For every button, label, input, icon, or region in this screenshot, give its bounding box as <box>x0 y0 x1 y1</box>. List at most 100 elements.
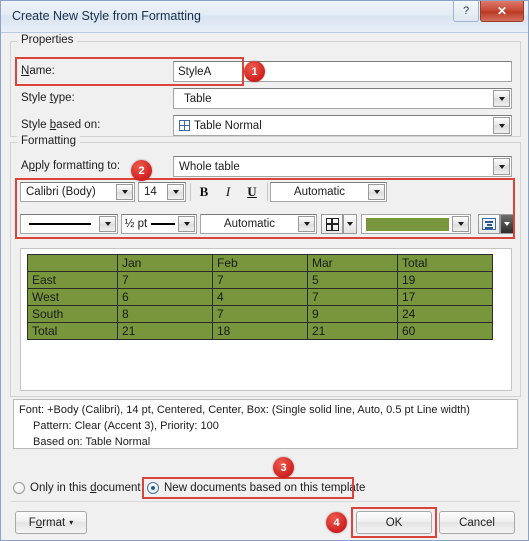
border-style-combo[interactable] <box>20 214 118 234</box>
style-preview-pane: Jan Feb Mar Total East 7 7 5 19 West 6 4 7 17 South 8 7 9… <box>20 248 512 391</box>
create-new-style-dialog: Create New Style from Formatting ? ✕ Pro… <box>0 0 529 541</box>
borders-dropdown-arrow[interactable] <box>343 214 357 234</box>
table-cell: 7 <box>212 305 308 323</box>
description-line-1: Font: +Body (Calibri), 14 pt, Centered, … <box>19 404 470 416</box>
align-center-icon <box>482 218 496 230</box>
table-cell: Mar <box>307 254 398 272</box>
table-cell: 7 <box>117 271 213 289</box>
footer-divider <box>11 501 520 502</box>
border-color-dropdown-arrow[interactable] <box>298 216 315 232</box>
preview-table: Jan Feb Mar Total East 7 7 5 19 West 6 4 7 17 South 8 7 9… <box>27 254 493 340</box>
font-color-value: Automatic <box>293 186 346 198</box>
alignment-button[interactable] <box>478 214 500 234</box>
style-based-on-dropdown-arrow[interactable] <box>493 117 510 134</box>
annotation-badge-4: 4 <box>326 512 347 533</box>
font-size-dropdown-arrow[interactable] <box>167 184 184 200</box>
table-cell: Total <box>397 254 493 272</box>
table-cell: 17 <box>397 288 493 306</box>
radio-new-documents[interactable]: New documents based on this template <box>147 482 365 494</box>
table-row: East 7 7 5 19 <box>27 271 493 289</box>
table-cell: South <box>27 305 118 323</box>
italic-button[interactable]: I <box>216 183 240 201</box>
font-color-dropdown-arrow[interactable] <box>368 184 385 200</box>
table-cell: 19 <box>397 271 493 289</box>
table-cell: 60 <box>397 322 493 340</box>
table-cell: Jan <box>117 254 213 272</box>
style-type-label: Style type: <box>21 92 75 104</box>
table-cell: Feb <box>212 254 308 272</box>
format-caret-icon: ▾ <box>69 518 74 527</box>
table-grid-icon <box>179 120 190 131</box>
border-width-value: ½ pt <box>124 218 148 230</box>
table-cell: 18 <box>212 322 308 340</box>
table-cell: 21 <box>307 322 398 340</box>
radio-only-this-document[interactable]: Only in this document <box>13 482 141 494</box>
table-row: Total 21 18 21 60 <box>27 322 493 340</box>
toolbar-separator <box>190 183 191 201</box>
border-width-value-wrap: ½ pt <box>122 218 178 230</box>
border-color-combo[interactable]: Automatic <box>200 214 317 234</box>
radio-new-documents-circle[interactable] <box>147 482 159 494</box>
style-type-dropdown-arrow[interactable] <box>493 90 510 107</box>
apply-formatting-to-label: Apply formatting to: <box>21 160 121 172</box>
name-input[interactable]: StyleA <box>173 61 512 82</box>
radio-only-this-document-circle[interactable] <box>13 482 25 494</box>
font-family-combo[interactable]: Calibri (Body) <box>20 182 135 202</box>
table-cell: 24 <box>397 305 493 323</box>
window-title: Create New Style from Formatting <box>12 9 201 23</box>
table-cell: 7 <box>307 288 398 306</box>
border-color-value: Automatic <box>223 218 276 230</box>
bold-button[interactable]: B <box>192 183 216 201</box>
shading-color-swatch <box>366 217 449 231</box>
radio-new-documents-label: New documents based on this template <box>164 482 366 494</box>
font-family-dropdown-arrow[interactable] <box>116 184 133 200</box>
style-description: Font: +Body (Calibri), 14 pt, Centered, … <box>13 399 518 449</box>
table-cell <box>27 254 118 272</box>
font-size-value: 14 <box>144 186 157 198</box>
table-cell: 7 <box>212 271 308 289</box>
apply-formatting-to-value: Whole table <box>179 160 240 173</box>
shading-color-dropdown-arrow[interactable] <box>452 216 469 232</box>
annotation-badge-3: 3 <box>273 457 294 478</box>
style-based-on-combo[interactable]: Table Normal <box>173 115 512 136</box>
table-cell: 21 <box>117 322 213 340</box>
ok-button[interactable]: OK <box>356 511 432 534</box>
properties-group-label: Properties <box>17 34 78 46</box>
style-based-on-value: Table Normal <box>194 119 262 132</box>
border-style-dropdown-arrow[interactable] <box>99 216 116 232</box>
table-cell: 6 <box>117 288 213 306</box>
toolbar-separator-2 <box>267 183 268 201</box>
window-buttons: ? ✕ <box>453 1 524 22</box>
close-icon[interactable]: ✕ <box>480 1 524 22</box>
table-cell: 9 <box>307 305 398 323</box>
style-type-combo[interactable]: Table <box>173 88 512 109</box>
table-row: West 6 4 7 17 <box>27 288 493 306</box>
cancel-button[interactable]: Cancel <box>439 511 515 534</box>
annotation-badge-1: 1 <box>244 61 265 82</box>
font-color-combo[interactable]: Automatic <box>270 182 387 202</box>
border-width-combo[interactable]: ½ pt <box>121 214 197 234</box>
annotation-badge-2: 2 <box>131 160 152 181</box>
shading-color-combo[interactable] <box>361 214 471 234</box>
format-button[interactable]: Format ▾ <box>15 511 87 534</box>
apply-formatting-to-dropdown-arrow[interactable] <box>493 158 510 175</box>
border-width-dropdown-arrow[interactable] <box>178 216 195 232</box>
table-cell: 4 <box>212 288 308 306</box>
table-cell: 5 <box>307 271 398 289</box>
alignment-dropdown-arrow[interactable] <box>500 214 514 234</box>
style-type-text: Table <box>184 92 212 105</box>
border-line-preview <box>21 223 99 225</box>
table-cell: West <box>27 288 118 306</box>
table-cell: 8 <box>117 305 213 323</box>
table-row: South 8 7 9 24 <box>27 305 493 323</box>
formatting-group-label: Formatting <box>17 135 80 147</box>
borders-button[interactable] <box>321 214 343 234</box>
description-line-2: Pattern: Clear (Accent 3), Priority: 100 <box>33 419 219 432</box>
underline-button[interactable]: U <box>240 183 264 201</box>
font-family-value: Calibri (Body) <box>26 186 96 198</box>
help-icon[interactable]: ? <box>453 1 479 22</box>
borders-grid-icon <box>325 217 339 231</box>
apply-formatting-to-combo[interactable]: Whole table <box>173 156 512 177</box>
font-size-combo[interactable]: 14 <box>138 182 186 202</box>
title-bar: Create New Style from Formatting ? ✕ <box>1 1 528 33</box>
